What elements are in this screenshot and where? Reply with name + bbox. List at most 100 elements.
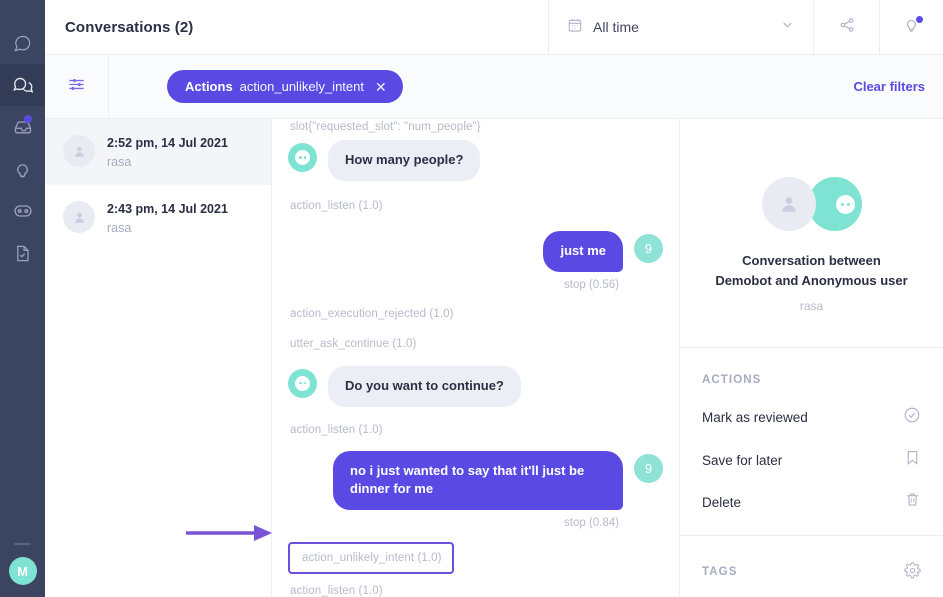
rail-divider: [14, 543, 31, 545]
user-avatar: 9: [634, 233, 663, 263]
active-filters: Actions action_unlikely_intent ✕: [109, 70, 853, 103]
conversation-source: rasa: [799, 299, 824, 313]
hero-avatars: [702, 177, 921, 231]
message-bubble: How many people?: [328, 140, 481, 181]
message-bubble: just me: [543, 230, 623, 272]
chat-bubble-icon: [13, 34, 32, 53]
clear-filters-link[interactable]: Clear filters: [853, 79, 943, 94]
transcript-event: action_listen (1.0): [288, 191, 663, 221]
conversation-title-line1: Conversation between: [742, 253, 881, 268]
conversations-page: M Conversations (2) All time Actions act…: [0, 0, 943, 597]
transcript-event: action_listen (1.0): [288, 415, 663, 445]
conversation-transcript[interactable]: slot{"requested_slot": "num_people"} How…: [272, 119, 680, 597]
conversation-detail-panel: Conversation between Demobot and Anonymo…: [680, 119, 943, 597]
actions-section: ACTIONS Mark as reviewed Save for later: [680, 348, 943, 536]
bot-face-icon: [295, 375, 310, 391]
sidebar-item-performance[interactable]: [0, 190, 45, 232]
transcript-event-highlighted[interactable]: action_unlikely_intent (1.0): [288, 542, 454, 575]
hints-button[interactable]: [879, 0, 943, 54]
trash-icon[interactable]: [904, 491, 921, 513]
avatar: [63, 135, 95, 167]
check-circle-icon[interactable]: [903, 406, 921, 429]
bot-avatar: [288, 143, 317, 172]
content-body: 2:52 pm, 14 Jul 2021 rasa 2:43 pm, 14 Ju…: [45, 119, 943, 597]
event-label: slot{"requested_slot": "num_people"}: [290, 121, 481, 133]
list-item-timestamp: 2:43 pm, 14 Jul 2021: [107, 202, 228, 216]
list-item-meta: 2:52 pm, 14 Jul 2021 rasa: [107, 135, 228, 169]
bot-avatar: [288, 368, 317, 398]
bot-message: How many people?: [288, 140, 663, 181]
message-bubble: no i just wanted to say that it'll just …: [333, 450, 623, 511]
transcript-event: action_execution_rejected (1.0): [288, 299, 663, 329]
filter-chip-key: Actions: [185, 79, 233, 94]
sidebar-item-training[interactable]: [0, 232, 45, 274]
event-label: action_listen (1.0): [290, 585, 383, 597]
action-label: Mark as reviewed: [702, 410, 808, 425]
action-save-for-later[interactable]: Save for later: [702, 449, 921, 471]
transcript-event: utter_ask_continue (1.0): [288, 329, 663, 359]
action-label: Delete: [702, 494, 742, 510]
list-item-source: rasa: [107, 155, 132, 169]
date-range-selector[interactable]: All time: [548, 0, 813, 54]
document-check-icon: [13, 244, 32, 263]
calendar-icon: [567, 17, 583, 38]
inbox-notification-badge: [24, 115, 32, 123]
user-avatar[interactable]: M: [8, 557, 37, 585]
user-message: no i just wanted to say that it'll just …: [288, 450, 663, 511]
sliders-icon: [67, 75, 86, 99]
share-icon: [838, 16, 856, 39]
hints-notification-badge: [916, 16, 923, 23]
list-item-meta: 2:43 pm, 14 Jul 2021 rasa: [107, 201, 228, 235]
list-item[interactable]: 2:43 pm, 14 Jul 2021 rasa: [45, 185, 271, 251]
bookmark-icon[interactable]: [904, 449, 921, 471]
chevron-down-icon[interactable]: [780, 17, 795, 37]
sidebar-item-inbox[interactable]: [0, 106, 45, 148]
message-bubble: Do you want to continue?: [328, 365, 521, 407]
conversation-list: 2:52 pm, 14 Jul 2021 rasa 2:43 pm, 14 Ju…: [45, 119, 272, 597]
action-label: Save for later: [702, 452, 783, 468]
conversation-title-line2: Demobot and Anonymous user: [715, 272, 908, 288]
filter-chip-value: action_unlikely_intent: [239, 79, 364, 94]
user-message: just me 9: [288, 230, 663, 272]
sidebar-item-insights[interactable]: [0, 148, 45, 190]
gauge-icon: [13, 201, 33, 221]
filter-chip-actions[interactable]: Actions action_unlikely_intent ✕: [167, 70, 403, 103]
sidebar-item-conversations[interactable]: [0, 64, 45, 106]
action-delete[interactable]: Delete: [702, 491, 921, 513]
transcript-event: action_listen (1.0): [288, 576, 663, 597]
list-item-timestamp: 2:52 pm, 14 Jul 2021: [107, 136, 228, 150]
event-label: utter_ask_continue (1.0): [290, 337, 417, 350]
event-label: action_unlikely_intent (1.0): [302, 552, 442, 565]
gear-icon[interactable]: [904, 562, 921, 582]
tags-heading-row: TAGS: [702, 562, 921, 582]
event-label: action_execution_rejected (1.0): [290, 307, 454, 320]
avatar: [761, 177, 816, 231]
page-title: Conversations (2): [65, 18, 194, 36]
sidebar-item-chat[interactable]: [0, 22, 45, 64]
share-button[interactable]: [813, 0, 879, 54]
tags-heading: TAGS: [702, 566, 738, 578]
bot-face-icon: [836, 194, 855, 214]
highlighted-event-wrapper: action_unlikely_intent (1.0): [288, 539, 663, 576]
list-item[interactable]: 2:52 pm, 14 Jul 2021 rasa: [45, 119, 271, 185]
tags-section: TAGS: [680, 536, 943, 597]
event-label: action_listen (1.0): [290, 199, 383, 212]
close-icon[interactable]: ✕: [375, 80, 387, 94]
bot-face-icon: [295, 150, 310, 165]
actions-heading: ACTIONS: [702, 374, 762, 386]
action-mark-as-reviewed[interactable]: Mark as reviewed: [702, 406, 921, 429]
event-label: action_listen (1.0): [290, 423, 383, 436]
message-confidence: stop (0.56): [564, 278, 619, 291]
transcript-event-clipped: slot{"requested_slot": "num_people"}: [288, 119, 663, 133]
main-column: Conversations (2) All time Actions actio…: [45, 0, 943, 597]
list-item-source: rasa: [107, 221, 132, 235]
user-avatar: 9: [634, 453, 663, 483]
avatar: [63, 201, 95, 233]
filter-bar: Actions action_unlikely_intent ✕ Clear f…: [45, 54, 943, 119]
bot-message: Do you want to continue?: [288, 365, 663, 407]
top-header: Conversations (2) All time: [45, 0, 943, 55]
filter-toggle-button[interactable]: [45, 54, 109, 119]
date-range-label: All time: [593, 19, 639, 35]
left-nav-rail: M: [0, 0, 45, 597]
conversations-icon: [12, 75, 33, 96]
